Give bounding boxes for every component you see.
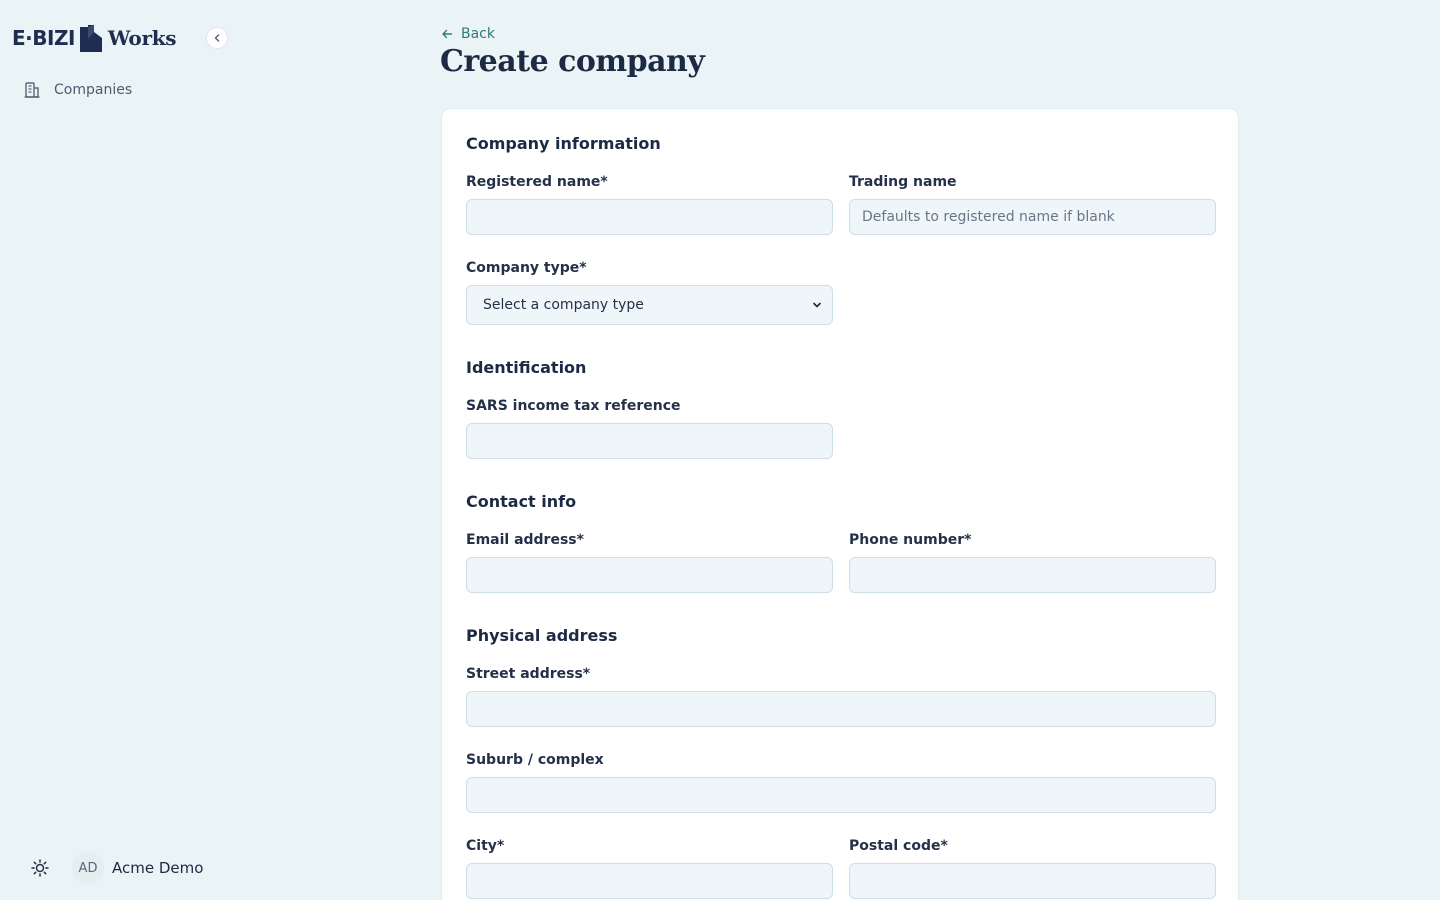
chevron-down-icon [813,302,821,308]
sidebar: E·BIZI Works Companies AD Acme Demo [0,0,240,900]
sars-reference-input[interactable] [466,423,833,459]
back-link[interactable]: Back [441,24,495,44]
section-title-contact-info: Contact info [466,492,577,511]
sars-reference-label: SARS income tax reference [466,398,681,414]
user-name: Acme Demo [112,859,204,877]
registered-name-input[interactable] [466,199,833,235]
app-logo[interactable]: E·BIZI Works [12,24,177,52]
avatar: AD [72,852,104,884]
sun-icon [31,859,49,877]
street-address-label: Street address* [466,666,591,682]
phone-input[interactable] [849,557,1216,593]
section-title-identification: Identification [466,358,587,377]
collapse-sidebar-button[interactable] [206,27,228,49]
back-link-label: Back [461,26,495,42]
theme-toggle-button[interactable] [29,857,51,879]
city-input[interactable] [466,863,833,899]
logo-mark-icon [79,24,102,52]
email-label: Email address* [466,532,584,548]
company-type-label: Company type* [466,260,587,276]
sidebar-item-label: Companies [54,82,133,98]
create-company-form: Company information Registered name* Tra… [441,108,1239,900]
city-label: City* [466,838,505,854]
sidebar-item-companies[interactable]: Companies [22,78,132,102]
user-menu[interactable]: AD Acme Demo [72,852,203,884]
arrow-left-icon [442,29,453,39]
postal-code-label: Postal code* [849,838,948,854]
suburb-input[interactable] [466,777,1216,813]
section-title-physical-address: Physical address [466,626,618,645]
phone-label: Phone number* [849,532,972,548]
chevron-left-icon [214,34,220,42]
trading-name-label: Trading name [849,174,957,190]
trading-name-input[interactable] [849,199,1216,235]
company-type-select[interactable]: Select a company type [466,285,833,325]
building-icon [22,80,42,100]
section-title-company-information: Company information [466,134,661,153]
page-title: Create company [440,44,705,79]
suburb-label: Suburb / complex [466,752,604,768]
email-input[interactable] [466,557,833,593]
company-type-selected-value: Select a company type [483,297,644,313]
postal-code-input[interactable] [849,863,1216,899]
street-address-input[interactable] [466,691,1216,727]
logo-text-ebizi: E·BIZI [12,26,75,50]
logo-text-works: Works [107,26,177,50]
registered-name-label: Registered name* [466,174,608,190]
